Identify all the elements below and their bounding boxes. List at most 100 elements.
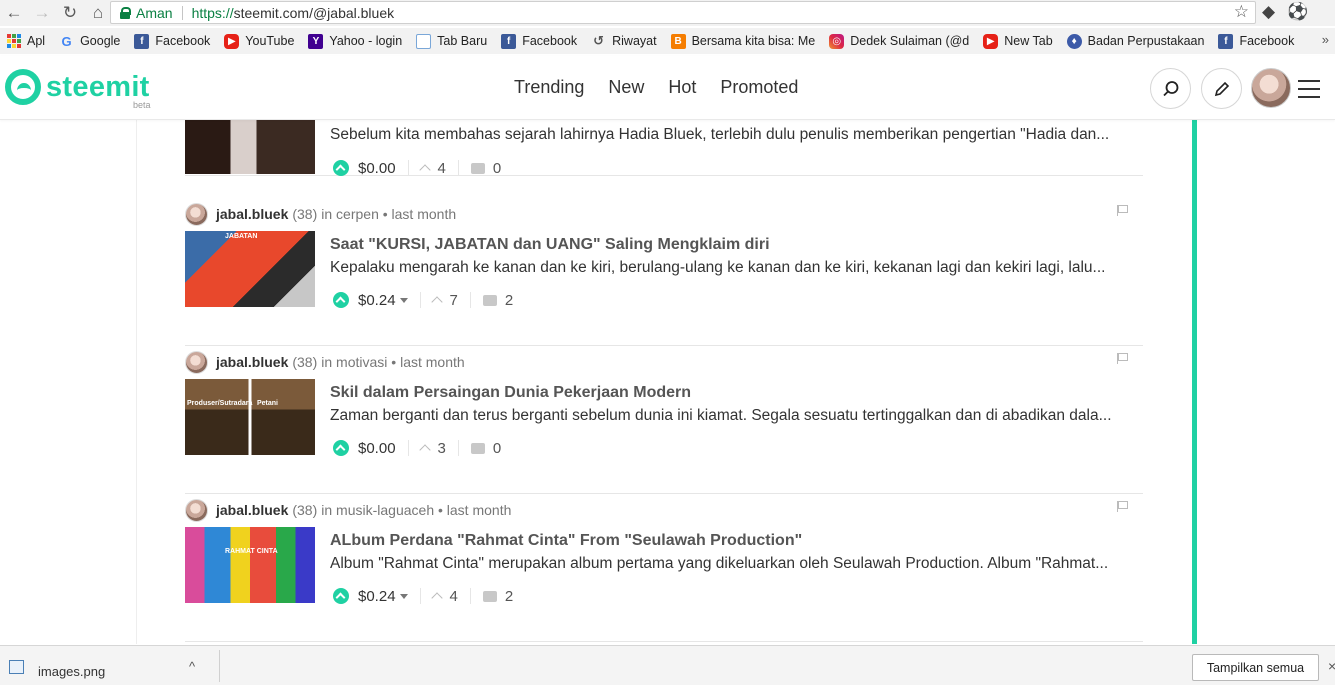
- address-bar[interactable]: Aman https:// steemit.com/@jabal.bluek ☆: [110, 1, 1256, 24]
- bookmark-item[interactable]: ▶ YouTube: [224, 33, 294, 49]
- bookmark-item[interactable]: ▶ New Tab: [983, 33, 1053, 49]
- chevron-up-icon[interactable]: ^: [189, 659, 195, 674]
- post-footer: $0.24 4 2: [333, 586, 513, 606]
- author-reputation: (38): [292, 502, 318, 518]
- post-title[interactable]: Skil dalam Persaingan Dunia Pekerjaan Mo…: [330, 384, 691, 402]
- post-thumbnail[interactable]: [185, 120, 315, 174]
- comment-icon: [482, 590, 497, 602]
- bookmark-item[interactable]: f Facebook: [501, 33, 578, 49]
- vote-count[interactable]: 4: [438, 160, 446, 177]
- submit-story-button[interactable]: [1201, 68, 1242, 109]
- page-icon: [416, 33, 432, 49]
- bookmark-item[interactable]: ♦ Badan Perpustakaan: [1066, 33, 1204, 49]
- google-icon: G: [61, 33, 72, 49]
- reply-count[interactable]: 0: [493, 440, 501, 457]
- site-header: steemit beta Trending New Hot Promoted: [0, 56, 1335, 120]
- bookmark-item[interactable]: Y Yahoo - login: [308, 33, 402, 49]
- vote-count[interactable]: 7: [450, 292, 458, 309]
- bookmark-label: Google: [80, 34, 121, 48]
- back-icon[interactable]: ←: [0, 0, 28, 26]
- post-excerpt[interactable]: Kepalaku mengarah ke kanan dan ke kiri, …: [330, 259, 1140, 277]
- author-avatar[interactable]: [185, 202, 208, 226]
- flag-icon[interactable]: [1117, 501, 1128, 512]
- upvote-icon[interactable]: [333, 292, 349, 308]
- home-icon[interactable]: ⌂: [84, 0, 112, 26]
- upvote-icon[interactable]: [333, 440, 349, 456]
- post-meta[interactable]: in cerpen • last month: [321, 206, 456, 222]
- author-name[interactable]: jabal.bluek: [216, 206, 288, 222]
- bookmark-item[interactable]: G Google: [59, 33, 121, 49]
- nav-promoted[interactable]: Promoted: [720, 77, 798, 98]
- post-thumbnail[interactable]: RAHMAT CINTA: [185, 527, 315, 603]
- menu-icon[interactable]: [1298, 80, 1320, 104]
- post-title[interactable]: ALbum Perdana "Rahmat Cinta" From "Seula…: [330, 532, 802, 550]
- payout-value[interactable]: $0.24: [358, 292, 396, 309]
- bookmark-item[interactable]: Tab Baru: [416, 33, 488, 49]
- nav-new[interactable]: New: [608, 77, 644, 98]
- payout-value[interactable]: $0.00: [358, 160, 396, 177]
- payout-value[interactable]: $0.00: [358, 440, 396, 457]
- post-meta[interactable]: in musik-laguaceh • last month: [321, 502, 511, 518]
- upvote-icon[interactable]: [333, 588, 349, 604]
- post-header: jabal.bluek (38) in motivasi • last mont…: [185, 350, 465, 374]
- post-excerpt[interactable]: Album "Rahmat Cinta" merupakan album per…: [330, 555, 1140, 573]
- browser-toolbar: ← → ↻ ⌂ Aman https:// steemit.com/@jabal…: [0, 0, 1335, 26]
- search-icon: [1162, 80, 1178, 96]
- post-item: jabal.bluek (38) in musik-laguaceh • las…: [185, 494, 1143, 642]
- eraser-extension-icon[interactable]: ◆: [1262, 2, 1275, 22]
- bookmark-item[interactable]: Apl: [6, 33, 45, 49]
- vote-count[interactable]: 3: [438, 440, 446, 457]
- steemit-logo[interactable]: steemit: [5, 69, 150, 105]
- post-excerpt[interactable]: Sebelum kita membahas sejarah lahirnya H…: [330, 126, 1140, 144]
- caret-down-icon[interactable]: [399, 593, 408, 599]
- bookmark-label: Facebook: [522, 34, 578, 48]
- payout-value[interactable]: $0.24: [358, 588, 396, 605]
- post-feed: Sebelum kita membahas sejarah lahirnya H…: [0, 120, 1335, 644]
- post-thumbnail[interactable]: Produser/Sutradara Petani: [185, 379, 315, 455]
- flag-icon[interactable]: [1117, 353, 1128, 364]
- nav-trending[interactable]: Trending: [514, 77, 584, 98]
- omnibox-divider: [181, 5, 183, 20]
- search-button[interactable]: [1150, 68, 1191, 109]
- show-all-button[interactable]: Tampilkan semua: [1192, 654, 1319, 681]
- reply-count[interactable]: 0: [493, 160, 501, 177]
- url-scheme: https://: [191, 4, 234, 21]
- author-reputation: (38): [292, 354, 318, 370]
- post-thumbnail[interactable]: JABATAN: [185, 231, 315, 307]
- author-avatar[interactable]: [185, 350, 208, 374]
- youtube-icon: ▶: [224, 33, 240, 49]
- close-icon[interactable]: ×: [1328, 658, 1335, 674]
- forward-icon[interactable]: →: [28, 0, 56, 26]
- download-file-name[interactable]: images.png: [38, 664, 105, 679]
- comment-icon: [482, 294, 497, 306]
- post-item: jabal.bluek (38) in cerpen • last month …: [185, 198, 1143, 346]
- author-avatar[interactable]: [185, 498, 208, 522]
- caret-down-icon[interactable]: [399, 297, 408, 303]
- reply-count[interactable]: 2: [505, 588, 513, 605]
- post-meta[interactable]: in motivasi • last month: [321, 354, 464, 370]
- bookmark-item[interactable]: ◎ Dedek Sulaiman (@d: [829, 33, 969, 49]
- votes-icon: [418, 444, 431, 456]
- reply-count[interactable]: 2: [505, 292, 513, 309]
- bookmark-item[interactable]: ↺ Riwayat: [591, 33, 656, 49]
- user-avatar[interactable]: [1251, 68, 1291, 108]
- bookmark-item[interactable]: f Facebook: [134, 33, 210, 49]
- reload-icon[interactable]: ↻: [56, 0, 84, 26]
- steemit-logo-icon: [5, 69, 41, 105]
- post-title[interactable]: Saat "KURSI, JABATAN dan UANG" Saling Me…: [330, 236, 770, 254]
- bookmark-item[interactable]: B Bersama kita bisa: Me: [670, 33, 816, 49]
- post-excerpt[interactable]: Zaman berganti dan terus berganti sebelu…: [330, 407, 1140, 425]
- author-name[interactable]: jabal.bluek: [216, 502, 288, 518]
- bookmarks-overflow-icon[interactable]: »: [1322, 32, 1329, 47]
- library-icon: ♦: [1066, 33, 1082, 49]
- soccer-extension-icon[interactable]: ⚽: [1287, 2, 1308, 22]
- bookmark-item[interactable]: f Facebook: [1218, 33, 1294, 49]
- bookmark-star-icon[interactable]: ☆: [1234, 2, 1249, 22]
- vote-count[interactable]: 4: [450, 588, 458, 605]
- upvote-icon[interactable]: [333, 160, 349, 176]
- bookmark-label: Bersama kita bisa: Me: [691, 34, 816, 48]
- nav-hot[interactable]: Hot: [668, 77, 696, 98]
- bookmark-label: Tab Baru: [437, 34, 488, 48]
- flag-icon[interactable]: [1117, 205, 1128, 216]
- author-name[interactable]: jabal.bluek: [216, 354, 288, 370]
